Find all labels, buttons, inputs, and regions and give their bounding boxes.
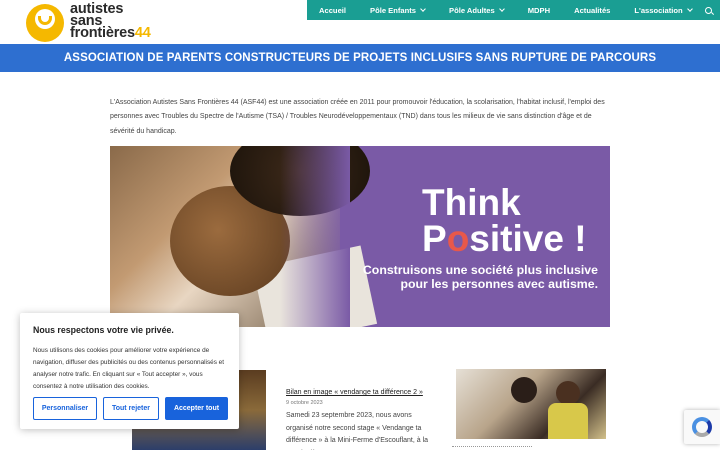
hero-positive-rest: sitive ! <box>469 218 587 259</box>
main-nav: Accueil Pôle Enfants Pôle Adultes MDPH A… <box>307 0 720 20</box>
hero-image: Think Positive ! Construisons une sociét… <box>110 146 610 327</box>
logo-number: 44 <box>134 25 151 41</box>
site-logo[interactable]: autistes sans frontières44 <box>24 2 164 42</box>
logo-line-3: frontières <box>70 25 135 41</box>
chevron-down-icon <box>498 5 505 12</box>
hero-slogan-line-1: Construisons une société plus inclusive <box>362 263 598 277</box>
search-icon <box>705 6 712 14</box>
post-card: Bilan en image « vendange ta différence … <box>286 388 436 450</box>
tagline-banner: ASSOCIATION DE PARENTS CONSTRUCTEURS DE … <box>0 44 720 72</box>
nav-item-actualites[interactable]: Actualités <box>562 0 622 20</box>
nav-label: Pôle Adultes <box>449 5 495 15</box>
hero-positive-text: Positive ! <box>422 220 587 257</box>
cookie-reject-button[interactable]: Tout rejeter <box>103 397 159 420</box>
intro-paragraph: L'Association Autistes Sans Frontières 4… <box>110 99 605 135</box>
hero-slogan: Construisons une société plus inclusive … <box>308 263 598 291</box>
cookie-consent-dialog: Nous respectons votre vie privée. Nous u… <box>20 313 239 429</box>
search-button[interactable] <box>705 0 720 20</box>
smiley-logo-icon <box>26 4 64 42</box>
nav-label: Pôle Enfants <box>370 5 417 15</box>
post-date: 9 octobre 2023 <box>286 400 323 406</box>
nav-label: Accueil <box>319 5 347 15</box>
nav-item-mdph[interactable]: MDPH <box>516 0 562 20</box>
post-title-link[interactable]: Bilan en image « vendange ta différence … <box>286 388 436 398</box>
recaptcha-badge[interactable] <box>684 410 720 444</box>
nav-item-association[interactable]: L'association <box>622 0 703 20</box>
cookie-buttons: Personnaliser Tout rejeter Accepter tout <box>33 397 228 420</box>
post-excerpt: Samedi 23 septembre 2023, nous avons org… <box>286 412 429 450</box>
nav-label: L'association <box>634 5 683 15</box>
post-caption-partial <box>452 446 532 450</box>
hero-positive-p: P <box>422 218 447 259</box>
nav-item-accueil[interactable]: Accueil <box>307 0 358 20</box>
cookie-title: Nous respectons votre vie privée. <box>33 325 174 335</box>
site-header: autistes sans frontières44 Accueil Pôle … <box>0 0 720 44</box>
nav-label: MDPH <box>527 5 551 15</box>
nav-item-pole-adultes[interactable]: Pôle Adultes <box>437 0 516 20</box>
post-thumbnail-right[interactable] <box>456 369 606 439</box>
hero-positive-o: o <box>446 218 470 259</box>
tagline-text: ASSOCIATION DE PARENTS CONSTRUCTEURS DE … <box>63 52 657 64</box>
cookie-description: Nous utilisons des cookies pour améliore… <box>33 347 225 391</box>
chevron-down-icon <box>420 5 426 12</box>
nav-item-pole-enfants[interactable]: Pôle Enfants <box>358 0 437 20</box>
nav-label: Actualités <box>574 5 611 15</box>
cookie-accept-button[interactable]: Accepter tout <box>165 397 228 420</box>
cookie-customize-button[interactable]: Personnaliser <box>33 397 97 420</box>
recaptcha-icon <box>692 417 712 437</box>
hero-slogan-line-2: pour les personnes avec autisme. <box>400 277 598 291</box>
chevron-down-icon <box>686 5 693 12</box>
hero-photo <box>110 146 378 327</box>
logo-wordmark: autistes sans frontières44 <box>70 2 151 41</box>
hero-think-text: Think <box>422 182 521 223</box>
